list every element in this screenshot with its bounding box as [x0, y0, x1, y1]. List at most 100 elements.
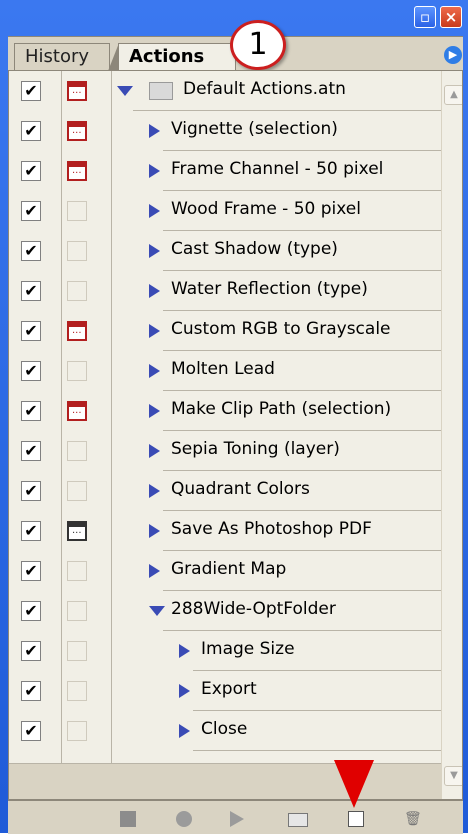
- folder-icon: [149, 82, 173, 100]
- expand-triangle-right-icon[interactable]: [149, 284, 160, 298]
- toggle-item-checkbox[interactable]: ✔: [21, 721, 41, 741]
- toggle-dialog-icon[interactable]: [67, 721, 87, 741]
- toggle-dialog-icon[interactable]: [67, 121, 87, 141]
- callout-marker: 1: [230, 20, 286, 70]
- action-row[interactable]: ✔ Cast Shadow (type): [9, 231, 462, 271]
- action-set-row[interactable]: ✔ Default Actions.atn: [9, 71, 462, 111]
- toggle-dialog-icon[interactable]: [67, 681, 87, 701]
- toggle-item-checkbox[interactable]: ✔: [21, 361, 41, 381]
- action-label: Default Actions.atn: [183, 79, 346, 99]
- toggle-item-checkbox[interactable]: ✔: [21, 401, 41, 421]
- action-label-area: Default Actions.atn: [111, 71, 462, 111]
- expand-triangle-right-icon[interactable]: [149, 444, 160, 458]
- action-row[interactable]: ✔ Gradient Map: [9, 551, 462, 591]
- action-row[interactable]: ✔ Frame Channel - 50 pixel: [9, 151, 462, 191]
- actions-panel-window: ▫ × History Actions ▶ 1 ✔ Default Actions…: [0, 0, 468, 834]
- toggle-item-checkbox[interactable]: ✔: [21, 241, 41, 261]
- toggle-item-checkbox[interactable]: ✔: [21, 681, 41, 701]
- action-label: Frame Channel - 50 pixel: [171, 159, 384, 179]
- action-label-area: Export: [111, 671, 462, 711]
- action-row[interactable]: ✔ 288Wide-OptFolder: [9, 591, 462, 631]
- action-step-row[interactable]: ✔ Image Size: [9, 631, 462, 671]
- new-action-icon[interactable]: [348, 811, 364, 827]
- toggle-dialog-icon[interactable]: [67, 361, 87, 381]
- action-label-area: Vignette (selection): [111, 111, 462, 151]
- expand-triangle-right-icon[interactable]: [149, 404, 160, 418]
- play-icon[interactable]: [230, 811, 244, 827]
- stop-icon[interactable]: [120, 811, 136, 827]
- action-row[interactable]: ✔ Vignette (selection): [9, 111, 462, 151]
- scrollbar[interactable]: ▲ ▼: [441, 71, 462, 799]
- toggle-dialog-icon[interactable]: [67, 521, 87, 541]
- action-row[interactable]: ✔ Quadrant Colors: [9, 471, 462, 511]
- expand-triangle-right-icon[interactable]: [149, 164, 160, 178]
- toggle-item-checkbox[interactable]: ✔: [21, 321, 41, 341]
- action-label: Image Size: [201, 639, 295, 659]
- actions-list: ✔ Default Actions.atn ✔ Vignette (selection…: [8, 70, 463, 800]
- action-step-row[interactable]: ✔ Export: [9, 671, 462, 711]
- toggle-item-checkbox[interactable]: ✔: [21, 641, 41, 661]
- toggle-item-checkbox[interactable]: ✔: [21, 121, 41, 141]
- toggle-dialog-icon[interactable]: [67, 81, 87, 101]
- expand-triangle-right-icon[interactable]: [149, 244, 160, 258]
- tab-history[interactable]: History: [14, 43, 110, 70]
- expand-triangle-right-icon[interactable]: [179, 644, 190, 658]
- toggle-dialog-icon[interactable]: [67, 201, 87, 221]
- delete-icon[interactable]: 🗑: [404, 811, 422, 827]
- action-label-area: Image Size: [111, 631, 462, 671]
- action-row[interactable]: ✔ Sepia Toning (layer): [9, 431, 462, 471]
- expand-triangle-right-icon[interactable]: [179, 724, 190, 738]
- toggle-item-checkbox[interactable]: ✔: [21, 161, 41, 181]
- toggle-dialog-icon[interactable]: [67, 601, 87, 621]
- expand-triangle-right-icon[interactable]: [149, 564, 160, 578]
- toggle-item-checkbox[interactable]: ✔: [21, 481, 41, 501]
- action-label: Make Clip Path (selection): [171, 399, 392, 419]
- action-label-area: Water Reflection (type): [111, 271, 462, 311]
- scroll-down-icon[interactable]: ▼: [444, 766, 462, 786]
- action-label: Quadrant Colors: [171, 479, 310, 499]
- toggle-dialog-icon[interactable]: [67, 321, 87, 341]
- action-label: Custom RGB to Grayscale: [171, 319, 391, 339]
- action-row[interactable]: ✔ Wood Frame - 50 pixel: [9, 191, 462, 231]
- toggle-item-checkbox[interactable]: ✔: [21, 281, 41, 301]
- action-row[interactable]: ✔ Make Clip Path (selection): [9, 391, 462, 431]
- close-icon[interactable]: ×: [440, 6, 462, 28]
- expand-triangle-right-icon[interactable]: [179, 684, 190, 698]
- toggle-item-checkbox[interactable]: ✔: [21, 81, 41, 101]
- toggle-item-checkbox[interactable]: ✔: [21, 521, 41, 541]
- toggle-dialog-icon[interactable]: [67, 441, 87, 461]
- toggle-dialog-icon[interactable]: [67, 401, 87, 421]
- toggle-dialog-icon[interactable]: [67, 281, 87, 301]
- action-step-row[interactable]: ✔ Close: [9, 711, 462, 751]
- toggle-item-checkbox[interactable]: ✔: [21, 441, 41, 461]
- record-icon[interactable]: [176, 811, 192, 827]
- expand-triangle-right-icon[interactable]: [149, 204, 160, 218]
- expand-triangle-right-icon[interactable]: [149, 484, 160, 498]
- action-label-area: Cast Shadow (type): [111, 231, 462, 271]
- action-label: Close: [201, 719, 248, 739]
- expand-triangle-right-icon[interactable]: [149, 124, 160, 138]
- action-label-area: Save As Photoshop PDF: [111, 511, 462, 551]
- tab-actions[interactable]: Actions: [108, 43, 236, 71]
- toggle-item-checkbox[interactable]: ✔: [21, 561, 41, 581]
- action-row[interactable]: ✔ Custom RGB to Grayscale: [9, 311, 462, 351]
- expand-triangle-down-icon[interactable]: [117, 86, 133, 96]
- panel-menu-button[interactable]: ▶: [444, 46, 462, 64]
- action-row[interactable]: ✔ Molten Lead: [9, 351, 462, 391]
- minimize-icon[interactable]: ▫: [414, 6, 436, 28]
- action-row[interactable]: ✔ Save As Photoshop PDF: [9, 511, 462, 551]
- toggle-dialog-icon[interactable]: [67, 641, 87, 661]
- toggle-item-checkbox[interactable]: ✔: [21, 201, 41, 221]
- action-row[interactable]: ✔ Water Reflection (type): [9, 271, 462, 311]
- expand-triangle-right-icon[interactable]: [149, 524, 160, 538]
- expand-triangle-down-icon[interactable]: [149, 606, 165, 616]
- toggle-dialog-icon[interactable]: [67, 241, 87, 261]
- new-set-icon[interactable]: [288, 813, 308, 827]
- toggle-dialog-icon[interactable]: [67, 561, 87, 581]
- toggle-dialog-icon[interactable]: [67, 481, 87, 501]
- toggle-dialog-icon[interactable]: [67, 161, 87, 181]
- expand-triangle-right-icon[interactable]: [149, 324, 160, 338]
- scroll-up-icon[interactable]: ▲: [444, 85, 462, 105]
- expand-triangle-right-icon[interactable]: [149, 364, 160, 378]
- toggle-item-checkbox[interactable]: ✔: [21, 601, 41, 621]
